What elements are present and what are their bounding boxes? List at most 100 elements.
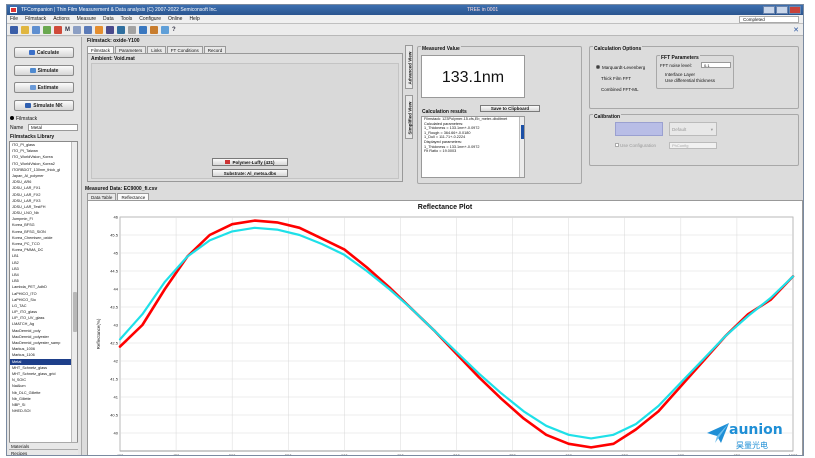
m-icon[interactable]: M: [65, 26, 70, 34]
fft-noise-field[interactable]: 0.1: [701, 62, 731, 68]
x-tick-label: 700: [453, 453, 460, 456]
gear-icon[interactable]: [128, 25, 136, 34]
help-icon[interactable]: ?: [172, 26, 176, 34]
calibration-config-field[interactable]: PhConfig: [669, 142, 717, 149]
tab-parameters[interactable]: Parameters: [115, 46, 147, 53]
tab-filmstack[interactable]: Filmstack: [87, 46, 114, 53]
close-icon[interactable]: ✕: [793, 26, 799, 34]
status-progress: Completed: [739, 16, 799, 23]
save-clipboard-button[interactable]: Save to Clipboard: [480, 105, 540, 112]
simplified-view-tab[interactable]: Simplified View: [405, 95, 413, 139]
calibrate-icon[interactable]: [73, 25, 81, 34]
y-tick-label: 44.5: [110, 269, 119, 274]
layer-icon: [225, 160, 231, 164]
library-scrollbar[interactable]: [71, 142, 77, 455]
filmstack-library-list[interactable]: ITO_PI_glass ITO_PI_Taiwan ITO_WorldVision…: [9, 141, 78, 455]
measure-icon[interactable]: [43, 25, 51, 34]
menu-configure[interactable]: Configure: [139, 16, 161, 22]
substrate-button[interactable]: Substrate: Al_metsa.dbs: [212, 169, 288, 177]
ambient-label: Ambient: Void.mat: [91, 56, 135, 62]
y-tick-label: 40: [114, 431, 119, 436]
new-icon[interactable]: [10, 25, 18, 34]
interface-layer-option[interactable]: Interface Layer: [665, 72, 695, 77]
y-axis-label: Reflectance(%): [96, 318, 101, 349]
app-icon: [10, 7, 17, 13]
tab-fit-conditions[interactable]: FT Conditions: [166, 46, 203, 53]
calculate-button[interactable]: Calculate: [14, 47, 74, 58]
x-tick-label: 550: [285, 453, 292, 456]
title-bar: TFCompanion | Thin Film Measurement & Da…: [7, 5, 803, 15]
use-configuration-checkbox[interactable]: Use Configuration: [615, 143, 656, 148]
x-tick-label: 650: [397, 453, 404, 456]
calibration-dropdown[interactable]: Default ▾: [669, 122, 717, 136]
left-panel: Calculate Simulate Estimate Simulate NK …: [7, 37, 82, 455]
simulate-nk-button[interactable]: Simulate NK: [14, 100, 74, 111]
open-icon[interactable]: [21, 25, 29, 34]
differential-thickness-option[interactable]: Use differential thickness: [665, 78, 715, 83]
minimize-button[interactable]: [763, 6, 775, 14]
menu-measure[interactable]: Measure: [77, 16, 96, 22]
calculation-results-list[interactable]: Filmstack: 123Polymer-15.cfs,Eb_meter-db…: [421, 116, 525, 178]
menu-help[interactable]: Help: [189, 16, 199, 22]
right-panel: Measured Value 133.1nm Save to Clipboard…: [417, 38, 803, 184]
checkbox-icon: [615, 143, 619, 147]
simulate-button[interactable]: Simulate: [14, 65, 74, 76]
calculation-options-group: Calculation Options Marquardt-Levenberg …: [589, 46, 799, 109]
filmstack-radio[interactable]: Filmstack: [10, 116, 37, 122]
results-scrollbar[interactable]: [519, 117, 524, 177]
menu-file[interactable]: File: [10, 16, 18, 22]
menu-tools[interactable]: Tools: [121, 16, 133, 22]
y-tick-label: 42: [114, 359, 119, 364]
library-item[interactable]: NHED-SOI: [10, 408, 72, 414]
window-center-title: TREE in 0001: [467, 7, 499, 13]
fft-parameters-title: FFT Parameters: [660, 55, 700, 61]
y-tick-label: 44: [114, 287, 119, 292]
library-scroll-thumb[interactable]: [73, 292, 77, 332]
tab-links[interactable]: Links: [147, 46, 166, 53]
recipes-tab[interactable]: Recipes: [9, 449, 78, 455]
option-combined-fft-ml[interactable]: Combined FFT-ML: [601, 87, 639, 92]
name-field[interactable]: Metal: [28, 124, 78, 131]
layer-polymer-button[interactable]: Polymer-Luffy (431): [212, 158, 288, 166]
option-thick-film-fft[interactable]: Thick Film FFT: [601, 76, 631, 81]
menu-filmstack[interactable]: Filmstack: [25, 16, 46, 22]
tab-data-table[interactable]: Data Table: [87, 193, 117, 200]
radio-selected-icon: [596, 65, 600, 69]
menu-online[interactable]: Online: [168, 16, 182, 22]
option-marquardt[interactable]: Marquardt-Levenberg: [596, 65, 645, 70]
y-tick-label: 41: [114, 395, 119, 400]
library-items: ITO_PI_glass ITO_PI_Taiwan ITO_WorldVision…: [10, 142, 72, 414]
name-row: Name Metal: [10, 124, 78, 131]
calibration-title: Calibration: [593, 114, 622, 120]
y-tick-label: 43.5: [110, 305, 119, 310]
materials-tab[interactable]: Materials: [9, 442, 78, 449]
calculation-options-title: Calculation Options: [593, 46, 643, 52]
estimate-icon: [29, 85, 36, 90]
estimate-button[interactable]: Estimate: [14, 82, 74, 93]
save-icon[interactable]: [32, 25, 40, 34]
y-tick-label: 46: [114, 215, 119, 220]
fit-icon[interactable]: [95, 25, 103, 34]
target-icon[interactable]: [139, 25, 147, 34]
chart-icon[interactable]: [84, 25, 92, 34]
database-icon[interactable]: [161, 25, 169, 34]
menu-actions[interactable]: Actions: [53, 16, 69, 22]
results-lines: Filmstack: 123Polymer-15.cfs,Eb_meter-db…: [422, 117, 524, 154]
reflectance-plot[interactable]: Reflectance Plot 400 450 500 550 600 650 700 75…: [87, 200, 803, 456]
reflectance-chart-svg: 400 450 500 550 600 650 700 750 800 850 900 950 1000…: [96, 215, 798, 456]
zoom-icon[interactable]: [106, 25, 114, 34]
maximize-button[interactable]: [776, 6, 788, 14]
filmstack-title: Filmstack: oxide-Y100: [87, 38, 140, 44]
tab-record[interactable]: Record: [203, 46, 227, 53]
export-icon[interactable]: [150, 25, 158, 34]
results-scroll-thumb[interactable]: [521, 125, 524, 139]
stop-icon[interactable]: [54, 25, 62, 34]
advanced-view-tab[interactable]: Advanced View: [405, 45, 413, 89]
menu-data[interactable]: Data: [103, 16, 114, 22]
close-button[interactable]: [789, 6, 801, 14]
x-tick-label: 400: [117, 453, 124, 456]
arrow-icon[interactable]: [117, 25, 125, 34]
measured-value-display: 133.1nm: [421, 55, 525, 98]
tab-reflectance[interactable]: Reflectance: [117, 193, 150, 200]
filmstack-tabs: Filmstack Parameters Links FT Conditions…: [87, 46, 227, 53]
